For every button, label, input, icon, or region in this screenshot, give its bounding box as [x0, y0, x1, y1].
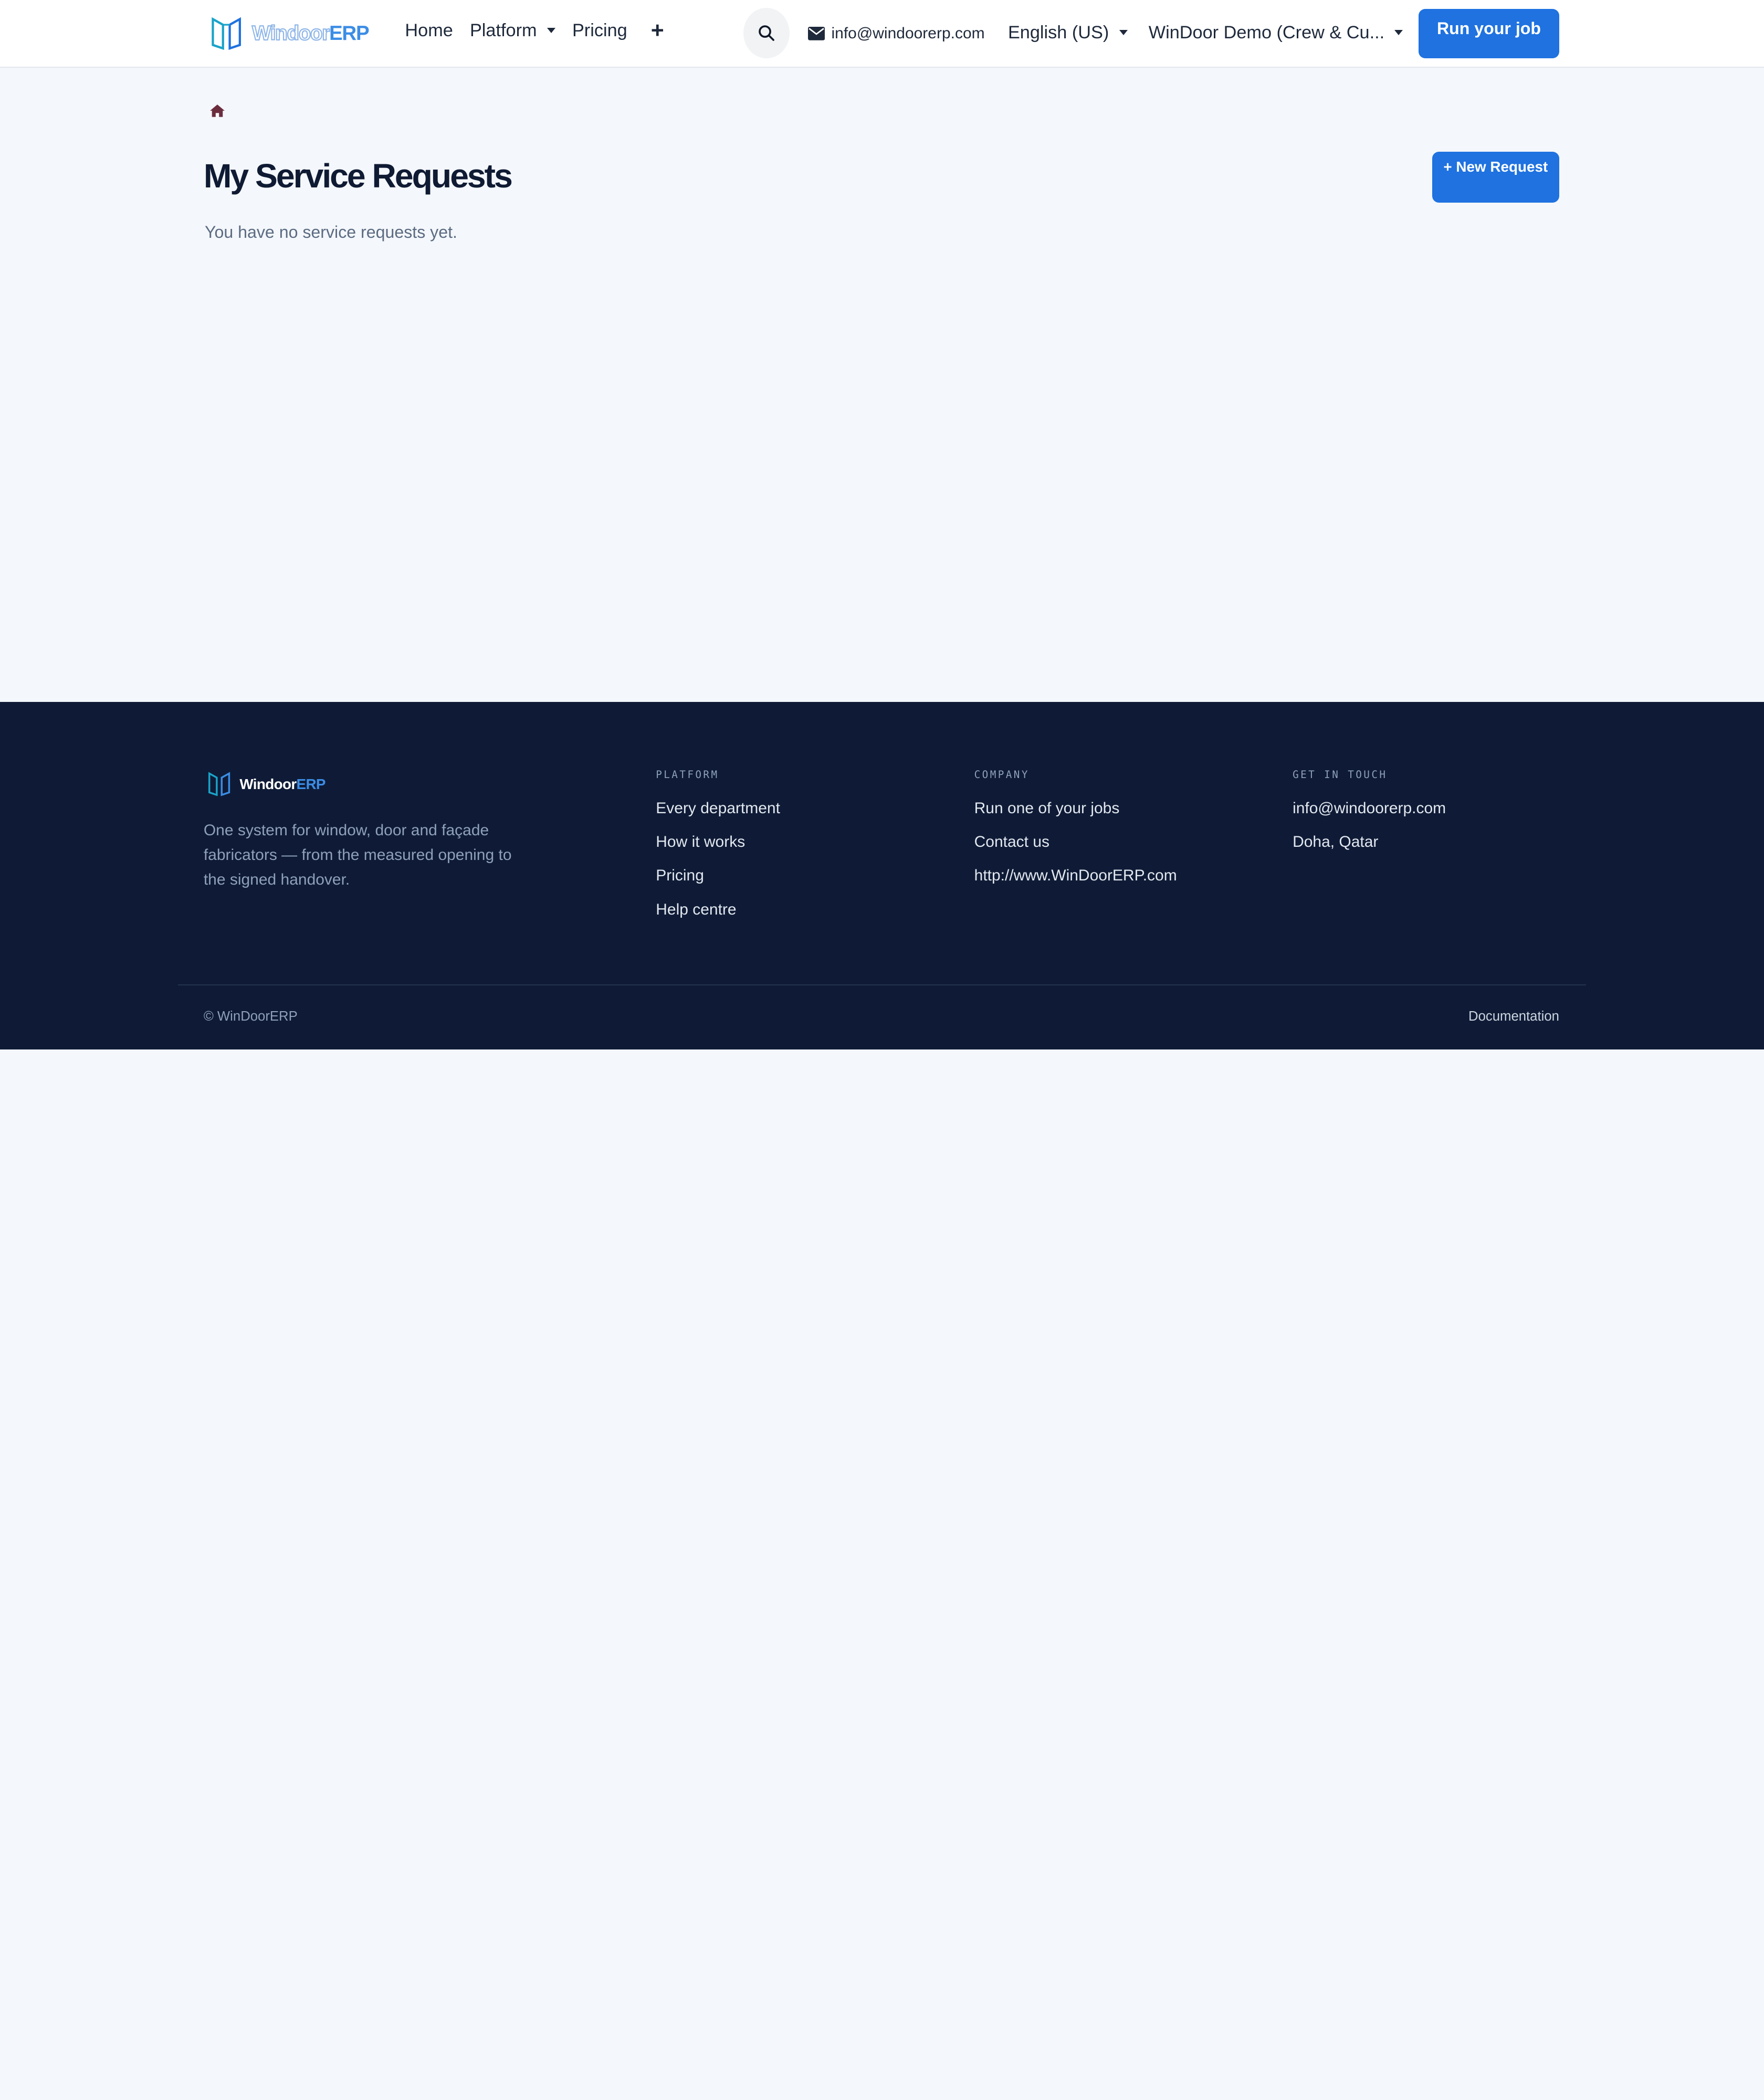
- chevron-down-icon: [1394, 30, 1403, 35]
- footer-heading: PLATFORM: [656, 768, 719, 781]
- top-navbar: WindoorERP Home Platform Pricing + info@…: [0, 0, 1764, 68]
- footer-link-email[interactable]: info@windoorerp.com: [1293, 800, 1446, 820]
- footer-copyright: © WinDoorERP: [203, 1009, 298, 1024]
- footer-divider: [177, 984, 1587, 986]
- account-name: WinDoor Demo (Crew & Cu...: [1148, 22, 1385, 43]
- footer-brand-name: WindoorERP: [239, 775, 326, 793]
- contact-email-text: info@windoorerp.com: [831, 25, 985, 43]
- page-title: My Service Requests: [203, 156, 513, 195]
- footer-brand-name-part1: Windoor: [239, 775, 297, 792]
- footer-documentation-link[interactable]: Documentation: [1468, 1009, 1559, 1024]
- brand-logo[interactable]: WindoorERP: [209, 16, 370, 52]
- brand-name: WindoorERP: [251, 22, 370, 45]
- brand-name-part1: Windoor: [251, 22, 330, 45]
- footer-location: Doha, Qatar: [1293, 833, 1379, 851]
- language-selector[interactable]: English (US): [1008, 23, 1128, 43]
- footer-heading: GET IN TOUCH: [1293, 768, 1388, 781]
- chevron-down-icon: [547, 28, 555, 33]
- search-icon: [759, 25, 775, 41]
- nav-home[interactable]: Home: [405, 20, 453, 41]
- nav-pricing[interactable]: Pricing: [572, 20, 627, 41]
- contact-email-link[interactable]: info@windoorerp.com: [807, 25, 985, 43]
- footer-link-contact-us[interactable]: Contact us: [974, 833, 1177, 854]
- window-logo-icon: [208, 772, 230, 796]
- footer-tagline: One system for window, door and façade f…: [203, 821, 512, 889]
- footer-link-run-one-of-your-jobs[interactable]: Run one of your jobs: [974, 800, 1177, 820]
- new-request-button[interactable]: + New Request: [1432, 152, 1559, 203]
- nav-platform-dropdown[interactable]: Platform: [470, 20, 555, 41]
- search-button[interactable]: [743, 7, 790, 59]
- footer-link-every-department[interactable]: Every department: [656, 800, 780, 820]
- run-your-job-button[interactable]: Run your job: [1419, 9, 1559, 59]
- empty-state-message: You have no service requests yet.: [204, 223, 457, 242]
- footer-column-company: COMPANY Run one of your jobs Contact us …: [974, 769, 1177, 901]
- footer-link-help-centre[interactable]: Help centre: [656, 901, 780, 921]
- window-logo-icon: [211, 17, 241, 50]
- brand-name-part2: ERP: [329, 22, 370, 45]
- footer-column-get-in-touch: GET IN TOUCH info@windoorerp.com Doha, Q…: [1293, 769, 1446, 867]
- footer-column-platform: PLATFORM Every department How it works P…: [656, 769, 780, 934]
- nav-platform-label: Platform: [469, 20, 537, 40]
- plus-icon[interactable]: +: [651, 19, 664, 41]
- site-footer: WindoorERP One system for window, door a…: [0, 702, 1764, 1050]
- main-nav: Home Platform Pricing +: [405, 19, 680, 41]
- envelope-icon: [807, 27, 825, 40]
- footer-brand-name-part2: ERP: [296, 775, 326, 792]
- home-icon: [209, 104, 225, 117]
- account-menu[interactable]: WinDoor Demo (Crew & Cu...: [1149, 23, 1403, 43]
- breadcrumb-home-link[interactable]: [209, 102, 225, 123]
- footer-link-website[interactable]: http://www.WinDoorERP.com: [974, 867, 1177, 887]
- language-label: English (US): [1007, 22, 1109, 43]
- footer-brand-logo[interactable]: WindoorERP: [207, 771, 326, 797]
- footer-link-pricing[interactable]: Pricing: [656, 867, 780, 887]
- footer-link-how-it-works[interactable]: How it works: [656, 833, 780, 854]
- footer-heading: COMPANY: [974, 768, 1030, 781]
- page: WindoorERP Home Platform Pricing + info@…: [0, 0, 1764, 1050]
- chevron-down-icon: [1119, 30, 1128, 35]
